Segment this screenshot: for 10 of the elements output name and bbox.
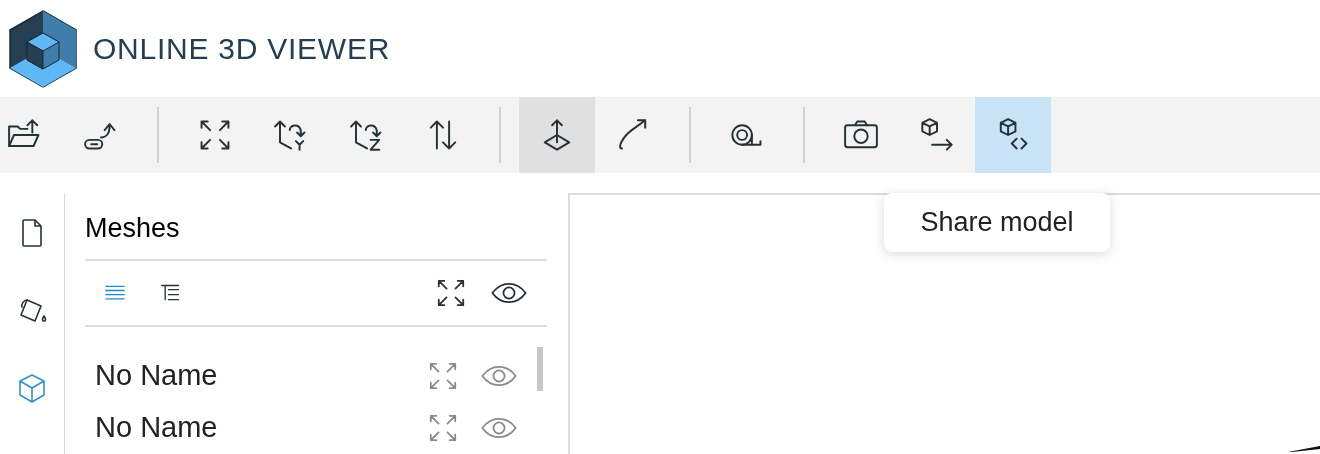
toolbar-button[interactable] xyxy=(519,97,595,173)
mesh-name[interactable]: No Name xyxy=(95,354,218,398)
app-title: ONLINE 3D VIEWER xyxy=(93,31,391,67)
tooltip-text: Share model xyxy=(920,206,1074,240)
mesh-name[interactable]: No Name xyxy=(95,406,218,450)
logo-icon xyxy=(8,8,78,89)
toolbar-button[interactable] xyxy=(975,97,1051,173)
panel-title: Meshes xyxy=(85,211,180,245)
scrollbar[interactable] xyxy=(537,347,543,391)
model-drawing xyxy=(1288,446,1320,452)
